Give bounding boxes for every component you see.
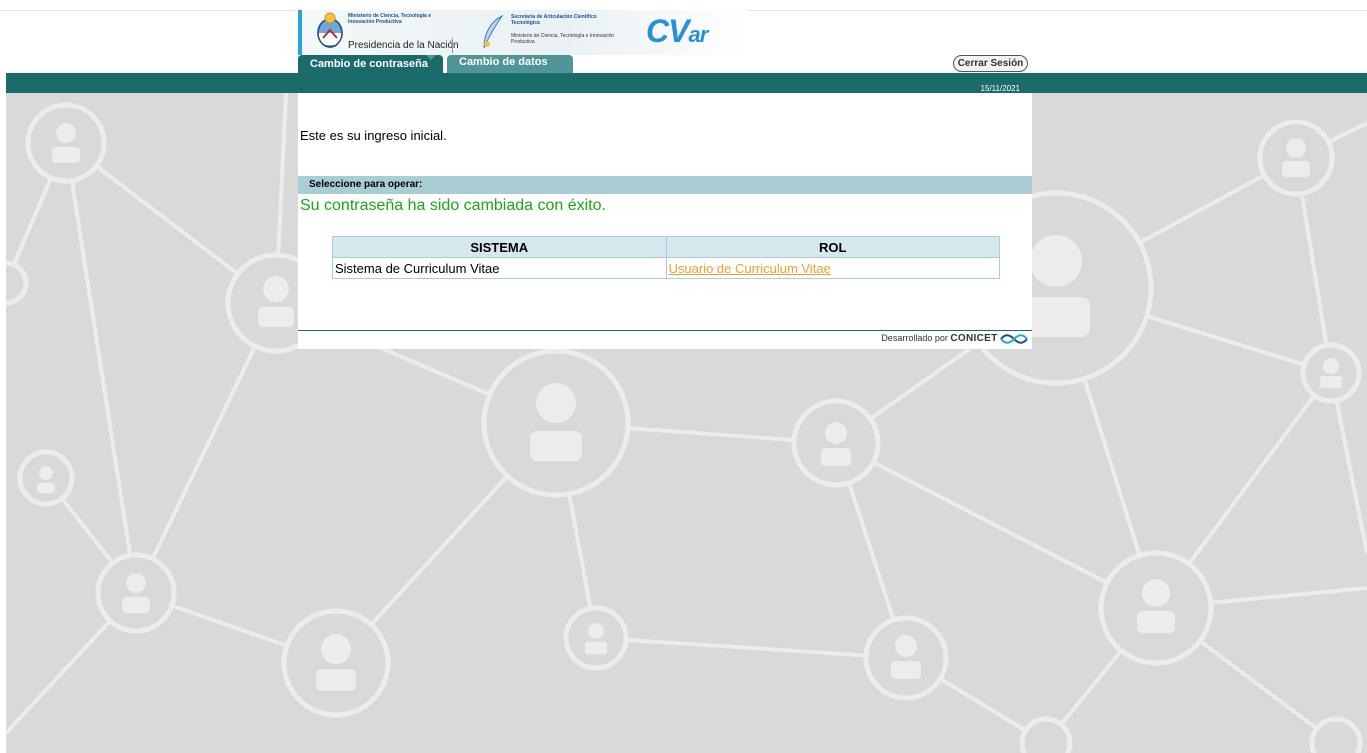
tab-cambio-datos[interactable]: Cambio de datos — [447, 55, 573, 73]
column-header-sistema: SISTEMA — [332, 236, 667, 258]
conicet-logo-icon — [1000, 333, 1028, 344]
table-row: Sistema de Curriculum Vitae Usuario de C… — [332, 257, 1000, 279]
secretary-text: Secretaría de Articulación Científico Te… — [511, 14, 597, 26]
header-bar — [6, 73, 1367, 93]
tab-cambio-contrasena[interactable]: Cambio de contraseña — [298, 55, 443, 73]
footer: Desarrollado por CONICET — [881, 333, 1028, 344]
section-title: Seleccione para operar: — [309, 179, 423, 190]
logo-divider — [452, 38, 453, 53]
presidency-text: Presidencia de la Nación — [348, 40, 459, 51]
ministry-text: Ministerio de Ciencia, Tecnología e Inno… — [348, 13, 431, 25]
cell-rol: Usuario de Curriculum Vitae — [665, 257, 1000, 279]
active-tab-indicator — [426, 55, 436, 60]
success-message: Su contraseña ha sido cambiada con éxito… — [300, 197, 606, 214]
role-link[interactable]: Usuario de Curriculum Vitae — [669, 261, 831, 276]
cvar-logo-suffix: ar — [688, 22, 708, 47]
banner-accent — [298, 10, 302, 55]
section-header: Seleccione para operar: — [298, 176, 1032, 194]
secretary-feather-icon — [483, 14, 504, 49]
cvar-logo: CVar — [646, 12, 708, 54]
cvar-logo-main: CV — [646, 13, 689, 49]
secretary-subtext: Ministerio de Ciencia, Tecnología e Inno… — [511, 33, 615, 45]
footer-divider — [298, 330, 1032, 331]
main-panel: Este es su ingreso inicial. Seleccione p… — [298, 93, 1032, 349]
argentina-coat-of-arms-icon — [317, 12, 343, 48]
footer-brand: CONICET — [950, 333, 998, 344]
logout-button[interactable]: Cerrar Sesión — [953, 55, 1028, 72]
footer-developed-by: Desarrollado por — [881, 333, 948, 343]
table-header-row: SISTEMA ROL — [332, 236, 1000, 258]
systems-table: SISTEMA ROL Sistema de Curriculum Vitae … — [332, 236, 1000, 279]
welcome-text: Este es su ingreso inicial. — [300, 128, 447, 143]
cell-sistema: Sistema de Curriculum Vitae — [332, 257, 667, 279]
column-header-rol: ROL — [665, 236, 1000, 258]
